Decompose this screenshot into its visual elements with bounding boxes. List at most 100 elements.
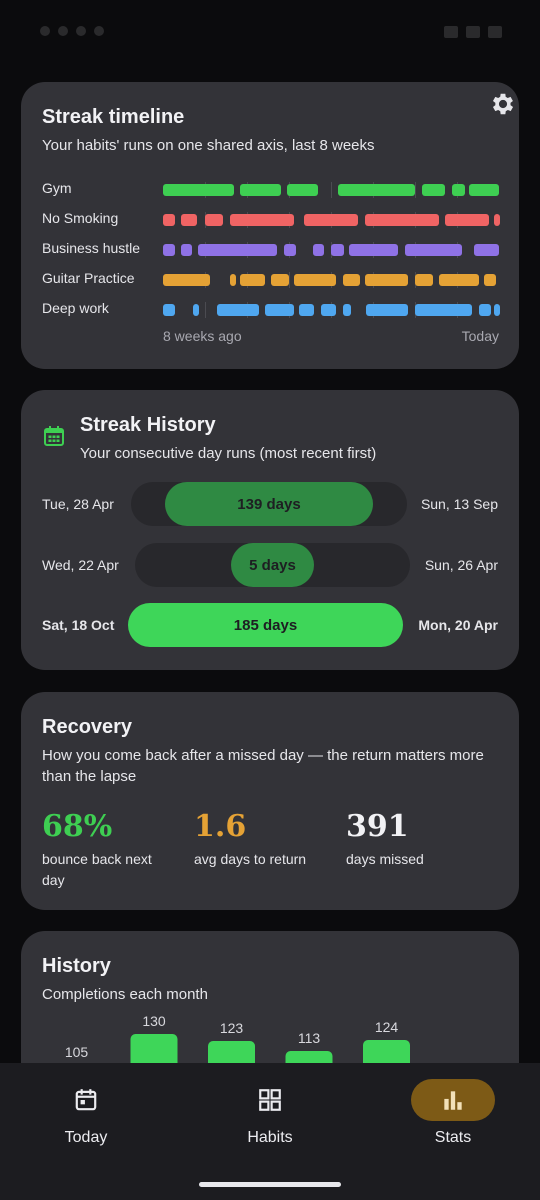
nav-label: Today bbox=[64, 1129, 108, 1146]
week-gridline bbox=[415, 182, 416, 198]
streak-run-segment bbox=[445, 214, 489, 226]
streak-run-segment bbox=[198, 244, 278, 256]
timeline-row: Guitar Practice bbox=[42, 264, 498, 294]
streak-bar: 139 days bbox=[165, 482, 373, 526]
timeline-track bbox=[163, 212, 500, 228]
streak-run-segment bbox=[331, 244, 345, 256]
history-bar bbox=[363, 1040, 410, 1063]
stat-label: days missed bbox=[346, 851, 424, 867]
streak-bar: 185 days bbox=[128, 603, 403, 647]
streak-run-segment bbox=[270, 274, 289, 286]
streak-run-segment bbox=[415, 304, 473, 316]
streak-bar: 5 days bbox=[231, 543, 314, 587]
timeline-track bbox=[163, 242, 499, 258]
recovery-card: Recovery How you come back after a misse… bbox=[21, 692, 519, 910]
status-bar bbox=[0, 0, 540, 64]
recovery-stats: 68% bounce back next day 1.6 avg days to… bbox=[42, 809, 498, 891]
calendar-icon bbox=[75, 1089, 97, 1111]
streak-run-segment bbox=[366, 304, 409, 316]
streak-run-segment bbox=[320, 304, 337, 316]
streak-run-segment bbox=[438, 274, 479, 286]
stat-value: 68% bbox=[42, 809, 113, 844]
timeline-track bbox=[163, 272, 499, 288]
stats-scroll-view[interactable]: Streak timeline Your habits' runs on one… bbox=[0, 64, 540, 1063]
streak-run-segment bbox=[299, 304, 315, 316]
timeline-track bbox=[163, 182, 499, 198]
timeline-axis-start: 8 weeks ago bbox=[163, 328, 242, 344]
streak-run-segment bbox=[216, 304, 259, 316]
streak-row-current[interactable]: Sat, 18 Oct 185 days Mon, 20 Apr bbox=[42, 603, 498, 647]
streak-run-segment bbox=[451, 184, 466, 196]
streak-run-segment bbox=[163, 184, 234, 196]
history-bar-value: 105 bbox=[65, 1044, 89, 1060]
status-icons-right bbox=[444, 26, 502, 38]
streak-run-segment bbox=[473, 244, 499, 256]
nav-habits[interactable]: Habits bbox=[210, 1079, 330, 1169]
streak-row[interactable]: Tue, 28 Apr 139 days Sun, 13 Sep bbox=[42, 482, 498, 526]
streak-run-segment bbox=[181, 214, 197, 226]
streak-start-date: Tue, 28 Apr bbox=[42, 496, 114, 512]
timeline-habit-label: Guitar Practice bbox=[42, 270, 135, 286]
recovery-stat-days-missed: 391 days missed bbox=[346, 809, 498, 891]
streak-history-subtitle: Your consecutive day runs (most recent f… bbox=[80, 445, 377, 462]
streak-history-title: Streak History bbox=[80, 414, 216, 436]
recovery-title: Recovery bbox=[42, 716, 133, 738]
streak-run-segment bbox=[265, 304, 295, 316]
history-bar-value: 113 bbox=[298, 1030, 321, 1046]
streak-start-date: Sat, 18 Oct bbox=[42, 617, 115, 633]
streak-track: 5 days bbox=[135, 543, 410, 587]
timeline-track bbox=[163, 302, 500, 318]
streak-run-segment bbox=[342, 274, 360, 286]
streak-row[interactable]: Wed, 22 Apr 5 days Sun, 26 Apr bbox=[42, 543, 498, 587]
history-bar bbox=[208, 1041, 255, 1063]
streak-run-segment bbox=[493, 304, 500, 316]
streak-length: 139 days bbox=[237, 495, 301, 513]
streak-end-date: Sun, 13 Sep bbox=[420, 496, 498, 512]
week-gridline bbox=[289, 272, 290, 288]
recovery-subtitle: How you come back after a missed day — t… bbox=[42, 747, 484, 785]
timeline-row: Business hustle bbox=[42, 234, 499, 264]
streak-run-segment bbox=[478, 304, 491, 316]
streak-run-segment bbox=[163, 214, 175, 226]
stat-value: 391 bbox=[346, 809, 409, 844]
streak-run-segment bbox=[468, 184, 499, 196]
recovery-stat-avg-return: 1.6 avg days to return bbox=[194, 809, 346, 891]
streak-run-segment bbox=[364, 214, 439, 226]
streak-run-segment bbox=[337, 184, 415, 196]
streak-run-segment bbox=[364, 274, 409, 286]
timeline-subtitle: Your habits' runs on one shared axis, la… bbox=[42, 137, 375, 154]
streak-run-segment bbox=[240, 274, 266, 286]
timeline-axis-end: Today bbox=[461, 328, 499, 344]
nav-label: Stats bbox=[434, 1129, 472, 1146]
gear-icon[interactable] bbox=[489, 90, 517, 118]
stat-value: 1.6 bbox=[194, 809, 247, 844]
nav-stats[interactable]: Stats bbox=[393, 1079, 513, 1169]
timeline-axis: 8 weeks ago Today bbox=[163, 328, 499, 344]
streak-length: 185 days bbox=[233, 616, 298, 634]
timeline-row: Gym bbox=[42, 174, 499, 204]
home-indicator[interactable] bbox=[199, 1182, 341, 1187]
timeline-rows: Gym No Smoking Business hustle Guitar Pract… bbox=[42, 174, 500, 324]
history-bar-value: 130 bbox=[142, 1013, 166, 1029]
streak-end-date: Sun, 26 Apr bbox=[424, 557, 498, 573]
streak-run-segment bbox=[294, 274, 337, 286]
streak-run-segment bbox=[181, 244, 192, 256]
history-card: History Completions each month 105 130 123… bbox=[21, 931, 519, 1063]
streak-run-segment bbox=[283, 244, 296, 256]
stat-label: avg days to return bbox=[194, 851, 307, 867]
streak-run-segment bbox=[312, 244, 325, 256]
streak-run-segment bbox=[163, 274, 211, 286]
streak-run-segment bbox=[163, 304, 175, 316]
recovery-stat-bounce-back: 68% bounce back next day bbox=[42, 809, 194, 891]
stat-label: bounce back next day bbox=[42, 851, 152, 888]
streak-run-segment bbox=[230, 214, 295, 226]
history-bar-value: 123 bbox=[220, 1020, 244, 1036]
streak-timeline-card: Streak timeline Your habits' runs on one… bbox=[21, 82, 519, 369]
status-icons-left bbox=[40, 26, 104, 36]
nav-label: Habits bbox=[247, 1129, 293, 1146]
streak-length: 5 days bbox=[249, 556, 296, 574]
streak-run-segment bbox=[230, 274, 237, 286]
timeline-habit-label: No Smoking bbox=[42, 210, 119, 226]
nav-today[interactable]: Today bbox=[26, 1079, 146, 1169]
streak-run-segment bbox=[404, 244, 463, 256]
